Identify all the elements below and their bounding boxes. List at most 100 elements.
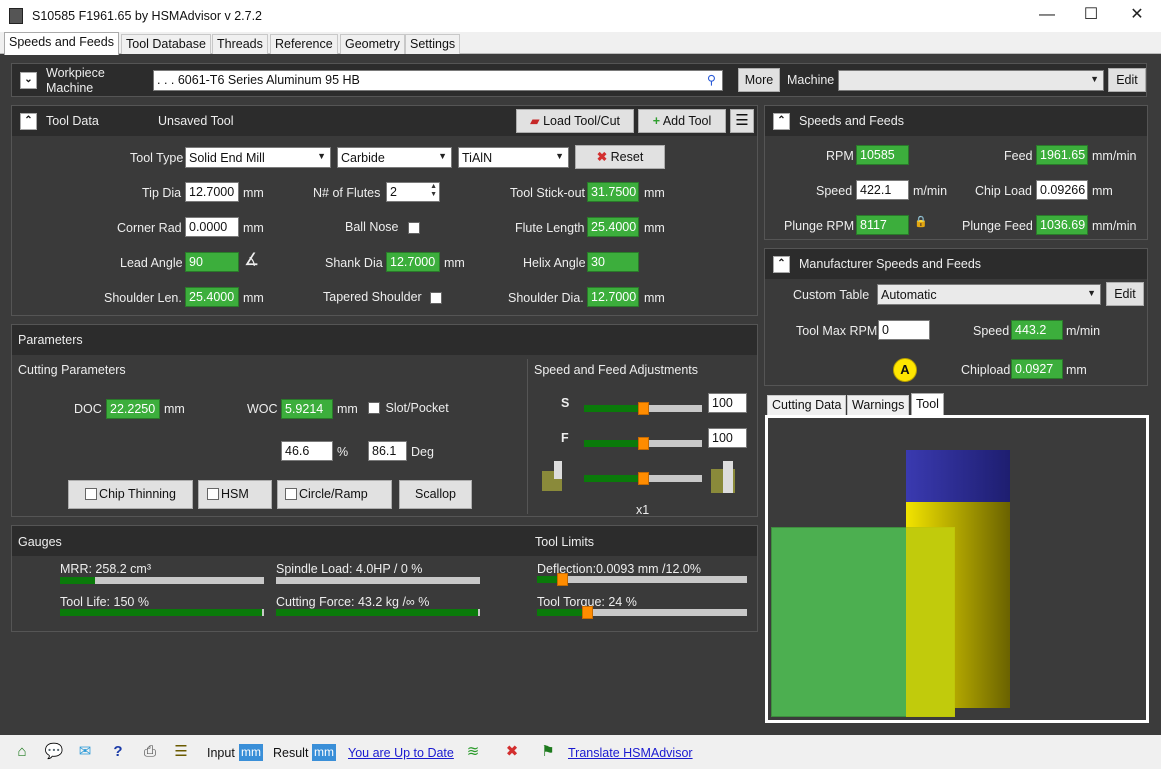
add-tool-button[interactable]: + Add Tool <box>638 109 726 133</box>
flag-icon[interactable]: ⚑ <box>538 742 558 762</box>
chip-load-input[interactable]: 0.09266 <box>1036 180 1088 200</box>
custom-table-edit-button[interactable]: Edit <box>1106 282 1144 306</box>
engagement-angle-input[interactable]: 86.1 <box>368 441 407 461</box>
slot-pocket-checkbox[interactable]: Slot/Pocket <box>368 401 449 415</box>
tab-tool-database[interactable]: Tool Database <box>121 34 211 54</box>
shank-dia-input[interactable]: 12.7000 <box>386 252 440 272</box>
speed-input[interactable]: 422.1 <box>856 180 909 200</box>
stickout-input[interactable]: 31.7500 <box>587 182 639 202</box>
woc-label: WOC <box>247 402 278 416</box>
material-select[interactable]: . . . 6061-T6 Series Aluminum 95 HB ⚲ <box>153 70 723 91</box>
title-bar: S10585 F1961.65 by HSMAdvisor v 2.7.2 — … <box>0 0 1161 32</box>
tip-dia-input[interactable]: 12.7000 <box>185 182 239 202</box>
input-unit-button[interactable]: mm <box>239 744 263 761</box>
plunge-rpm-value: 8117 <box>856 215 909 235</box>
more-button[interactable]: More <box>738 68 780 92</box>
shoulder-len-unit: mm <box>243 291 264 305</box>
tapered-shoulder-checkbox[interactable] <box>430 291 444 305</box>
feed-unit: mm/min <box>1092 149 1137 163</box>
custom-table-select[interactable]: Automatic ▼ <box>877 284 1101 305</box>
tab-cutting-data[interactable]: Cutting Data <box>767 395 847 416</box>
tab-geometry[interactable]: Geometry <box>340 34 405 54</box>
doc-input[interactable]: 22.2250 <box>106 399 160 419</box>
tab-threads[interactable]: Threads <box>212 34 268 54</box>
chip-load-label: Chip Load <box>975 184 1032 198</box>
collapse-tool-data-icon[interactable]: ⌃ <box>20 113 37 130</box>
expand-workpiece-icon[interactable]: ⌄ <box>20 72 37 89</box>
speed-slider[interactable] <box>584 402 702 415</box>
help-icon[interactable]: ? <box>108 742 128 762</box>
tool-max-rpm-label: Tool Max RPM <box>796 324 878 338</box>
home-icon[interactable]: ⌂ <box>12 742 32 762</box>
shoulder-dia-input[interactable]: 12.7000 <box>587 287 639 307</box>
coating-select[interactable]: TiAlN ▼ <box>458 147 569 168</box>
feed-slider-thumb[interactable] <box>638 437 649 450</box>
tab-reference[interactable]: Reference <box>270 34 338 54</box>
tool-material-select[interactable]: Carbide ▼ <box>337 147 452 168</box>
speed-adjust-input[interactable]: 100 <box>708 393 747 413</box>
lock-icon[interactable]: 🔒 <box>914 215 928 228</box>
plunge-rpm-label: Plunge RPM <box>784 219 855 233</box>
stepper-arrows-icon[interactable]: ▲ ▼ <box>430 183 437 199</box>
machine-select-label: Machine <box>787 73 835 87</box>
machine-edit-button[interactable]: Edit <box>1108 68 1146 92</box>
comment-icon[interactable]: ✉ <box>75 742 95 762</box>
chat-icon[interactable]: 💬 <box>44 742 64 762</box>
minimize-button[interactable]: — <box>1024 2 1070 28</box>
menu-icon[interactable]: ☰ <box>730 109 754 133</box>
speed-slider-thumb[interactable] <box>638 402 649 415</box>
collapse-speeds-icon[interactable]: ⌃ <box>773 113 790 130</box>
chip-thinning-button[interactable]: Chip Thinning <box>68 480 193 509</box>
speed-slider-fill <box>584 405 643 412</box>
tool-torque-marker <box>582 606 593 619</box>
tab-settings[interactable]: Settings <box>405 34 461 54</box>
shoulder-len-input[interactable]: 25.4000 <box>185 287 239 307</box>
notes-icon[interactable]: ☰ <box>171 742 191 762</box>
search-icon[interactable]: ⚲ <box>707 72 716 87</box>
feed-adjust-input[interactable]: 100 <box>708 428 747 448</box>
flute-length-input[interactable]: 25.4000 <box>587 217 639 237</box>
load-tool-button[interactable]: ▰ Load Tool/Cut <box>516 109 634 133</box>
tool-max-rpm-input[interactable]: 0 <box>878 320 930 340</box>
translate-link[interactable]: Translate HSMAdvisor <box>568 746 693 760</box>
tab-speeds-and-feeds[interactable]: Speeds and Feeds <box>4 32 119 55</box>
chevron-down-icon: ▼ <box>1090 74 1099 84</box>
woc-input[interactable]: 5.9214 <box>281 399 333 419</box>
hsm-button[interactable]: HSM <box>198 480 272 509</box>
custom-table-label: Custom Table <box>793 288 870 302</box>
aggressiveness-slider-thumb[interactable] <box>638 472 649 485</box>
machine-label: Machine <box>46 81 94 95</box>
close-button[interactable]: ✕ <box>1114 2 1160 28</box>
tab-tool[interactable]: Tool <box>911 393 944 416</box>
long-tool-icon <box>711 461 735 493</box>
mrr-gauge <box>60 577 264 584</box>
ball-nose-checkbox[interactable] <box>408 221 422 235</box>
circle-ramp-button[interactable]: Circle/Ramp <box>277 480 392 509</box>
collapse-manufacturer-icon[interactable]: ⌃ <box>773 256 790 273</box>
doc-label: DOC <box>74 402 102 416</box>
aggressiveness-slider[interactable] <box>584 472 702 485</box>
tool-type-select[interactable]: Solid End Mill ▼ <box>185 147 331 168</box>
result-unit-button[interactable]: mm <box>312 744 336 761</box>
deflection-gauge <box>537 573 747 586</box>
cloud-sync-icon[interactable]: ✖ <box>497 742 527 762</box>
update-status-link[interactable]: You are Up to Date <box>348 746 454 760</box>
lead-angle-input[interactable]: 90 <box>185 252 239 272</box>
print-icon[interactable]: ⎙ <box>140 742 160 762</box>
flutes-stepper[interactable]: 2 ▲ ▼ <box>386 182 440 202</box>
reset-button[interactable]: ✖ Reset <box>575 145 665 169</box>
maximize-button[interactable]: ☐ <box>1068 2 1114 28</box>
tapered-shoulder-label: Tapered Shoulder <box>323 290 422 304</box>
machine-select[interactable]: ▼ <box>838 70 1104 91</box>
feed-slider[interactable] <box>584 437 702 450</box>
helix-angle-input[interactable]: 30 <box>587 252 639 272</box>
woc-percent-input[interactable]: 46.6 <box>281 441 333 461</box>
scallop-button[interactable]: Scallop <box>399 480 472 509</box>
tool-data-panel: ⌃ Tool Data Unsaved Tool ▰ Load Tool/Cut… <box>11 105 758 316</box>
database-icon[interactable]: ≋ <box>463 742 483 762</box>
chevron-down-icon: ▼ <box>555 151 564 161</box>
mfr-speed-value: 443.2 <box>1011 320 1063 340</box>
corner-rad-input[interactable]: 0.0000 <box>185 217 239 237</box>
window-title: S10585 F1961.65 by HSMAdvisor v 2.7.2 <box>32 9 262 23</box>
tab-warnings[interactable]: Warnings <box>847 395 910 416</box>
